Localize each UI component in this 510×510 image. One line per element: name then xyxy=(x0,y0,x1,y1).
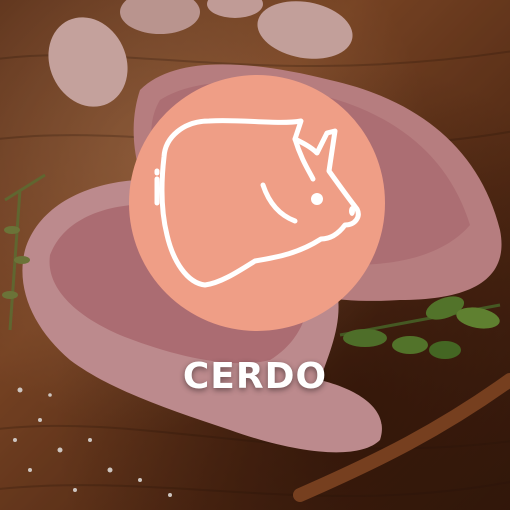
category-icon-badge xyxy=(129,75,385,331)
category-label: CERDO xyxy=(182,356,328,397)
pig-head-icon xyxy=(129,75,385,331)
category-tile-cerdo[interactable]: CERDO xyxy=(0,0,510,510)
